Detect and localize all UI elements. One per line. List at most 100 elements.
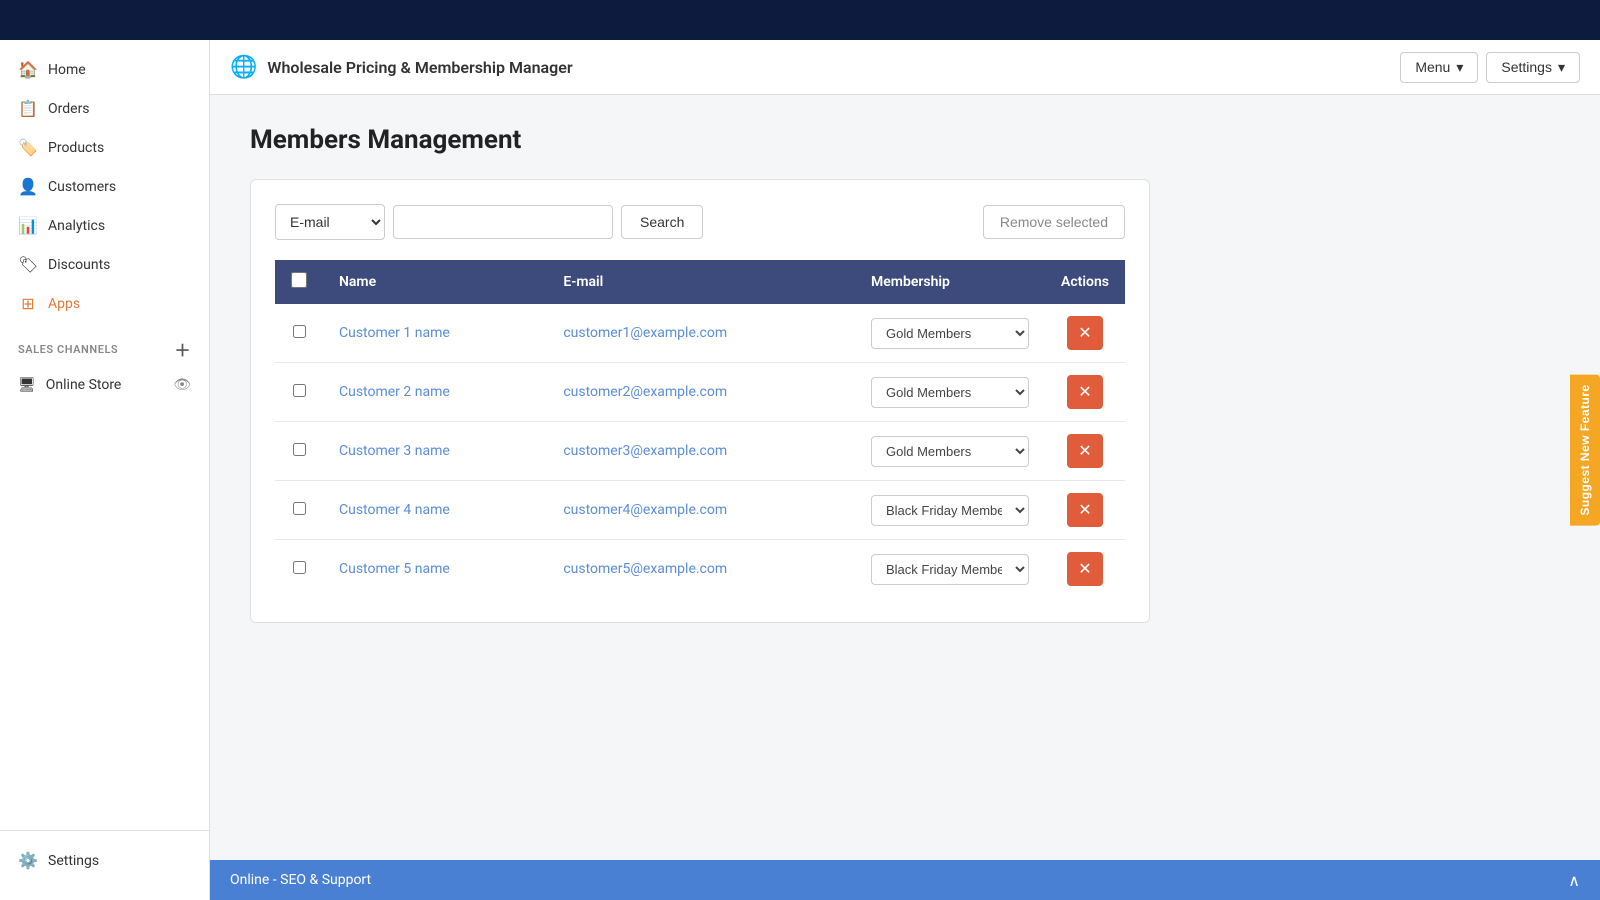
row-3-email: customer3@example.com: [547, 422, 855, 481]
row-1-name: Customer 1 name: [323, 304, 547, 363]
row-4-email: customer4@example.com: [547, 481, 855, 540]
header-membership: Membership: [855, 260, 1045, 304]
search-button[interactable]: Search: [621, 205, 703, 239]
row-4-email-link[interactable]: customer4@example.com: [563, 502, 727, 518]
eye-icon[interactable]: 👁: [173, 377, 191, 393]
row-1-checkbox[interactable]: [293, 325, 306, 338]
row-3-membership: Gold MembersBlack Friday MembersSilver M…: [855, 422, 1045, 481]
settings-label: Settings: [1501, 59, 1552, 75]
sidebar-label-discounts: Discounts: [48, 257, 110, 273]
bottom-bar-chevron-icon[interactable]: ∧: [1568, 871, 1580, 890]
row-5-action: ✕: [1045, 540, 1125, 599]
row-1-email-link[interactable]: customer1@example.com: [563, 325, 727, 341]
header-actions: Actions: [1045, 260, 1125, 304]
row-3-email-link[interactable]: customer3@example.com: [563, 443, 727, 459]
sales-channels-section: SALES CHANNELS ＋: [0, 323, 209, 367]
page-title: Members Management: [250, 125, 1560, 155]
menu-button[interactable]: Menu ▾: [1400, 52, 1478, 83]
globe-icon: 🌐: [230, 55, 257, 80]
table-row: Customer 2 name customer2@example.com Gold…: [275, 363, 1125, 422]
row-5-membership: Gold MembersBlack Friday MembersSilver M…: [855, 540, 1045, 599]
header-actions: Menu ▾ Settings ▾: [1400, 52, 1580, 83]
remove-selected-label: Remove selected: [1000, 214, 1108, 230]
row-5-checkbox-cell: [275, 540, 323, 599]
row-3-checkbox-cell: [275, 422, 323, 481]
row-3-delete-button[interactable]: ✕: [1067, 434, 1103, 468]
row-3-checkbox[interactable]: [293, 443, 306, 456]
row-1-membership-select[interactable]: Gold MembersBlack Friday MembersSilver M…: [871, 318, 1029, 349]
app-title: Wholesale Pricing & Membership Manager: [267, 58, 572, 77]
row-1-name-link[interactable]: Customer 1 name: [339, 325, 450, 341]
sidebar-item-analytics[interactable]: 📊 Analytics: [0, 206, 209, 245]
row-5-email: customer5@example.com: [547, 540, 855, 599]
header-name: Name: [323, 260, 547, 304]
row-2-delete-button[interactable]: ✕: [1067, 375, 1103, 409]
search-filter-select[interactable]: E-mail: [275, 204, 385, 240]
row-1-action: ✕: [1045, 304, 1125, 363]
select-all-checkbox[interactable]: [291, 272, 307, 288]
row-4-membership-select[interactable]: Gold MembersBlack Friday MembersSilver M…: [871, 495, 1029, 526]
suggest-feature-label: Suggest New Feature: [1578, 384, 1592, 515]
col-actions-label: Actions: [1061, 274, 1109, 290]
sidebar-label-customers: Customers: [48, 179, 116, 195]
header-email: E-mail: [547, 260, 855, 304]
row-1-delete-button[interactable]: ✕: [1067, 316, 1103, 350]
row-4-checkbox[interactable]: [293, 502, 306, 515]
row-2-action: ✕: [1045, 363, 1125, 422]
customers-icon: 👤: [18, 177, 38, 196]
settings-button[interactable]: Settings ▾: [1486, 52, 1580, 83]
sidebar-item-products[interactable]: 🏷️ Products: [0, 128, 209, 167]
sidebar-item-online-store[interactable]: 🖥 Online Store 👁: [0, 367, 209, 403]
sidebar-item-orders[interactable]: 📋 Orders: [0, 89, 209, 128]
online-store-icon: 🖥: [18, 377, 36, 393]
row-4-delete-button[interactable]: ✕: [1067, 493, 1103, 527]
row-2-membership-select[interactable]: Gold MembersBlack Friday MembersSilver M…: [871, 377, 1029, 408]
suggest-feature-button[interactable]: Suggest New Feature: [1570, 374, 1600, 525]
row-4-name-link[interactable]: Customer 4 name: [339, 502, 450, 518]
search-input[interactable]: [393, 205, 613, 239]
row-5-name-link[interactable]: Customer 5 name: [339, 561, 450, 577]
sidebar-item-customers[interactable]: 👤 Customers: [0, 167, 209, 206]
table-row: Customer 5 name customer5@example.com Gold…: [275, 540, 1125, 599]
row-3-membership-select[interactable]: Gold MembersBlack Friday MembersSilver M…: [871, 436, 1029, 467]
add-sales-channel-icon[interactable]: ＋: [174, 337, 191, 361]
row-2-checkbox[interactable]: [293, 384, 306, 397]
col-membership-label: Membership: [871, 274, 950, 290]
sidebar-item-settings[interactable]: ⚙️ Settings: [0, 841, 209, 880]
settings-icon: ⚙️: [18, 851, 38, 870]
row-5-membership-select[interactable]: Gold MembersBlack Friday MembersSilver M…: [871, 554, 1029, 585]
menu-label: Menu: [1415, 59, 1450, 75]
bottom-bar: Online - SEO & Support ∧: [210, 860, 1600, 900]
sidebar: 🏠 Home 📋 Orders 🏷️ Products 👤 Customers …: [0, 40, 210, 900]
row-5-delete-button[interactable]: ✕: [1067, 552, 1103, 586]
col-name-label: Name: [339, 274, 376, 290]
row-2-name-link[interactable]: Customer 2 name: [339, 384, 450, 400]
products-icon: 🏷️: [18, 138, 38, 157]
members-card: E-mail Search Remove selected: [250, 179, 1150, 623]
row-3-name-link[interactable]: Customer 3 name: [339, 443, 450, 459]
row-5-email-link[interactable]: customer5@example.com: [563, 561, 727, 577]
row-4-action: ✕: [1045, 481, 1125, 540]
bottom-bar-label: Online - SEO & Support: [230, 872, 371, 888]
row-2-email: customer2@example.com: [547, 363, 855, 422]
sidebar-label-home: Home: [48, 62, 86, 78]
table-row: Customer 4 name customer4@example.com Gold…: [275, 481, 1125, 540]
row-2-email-link[interactable]: customer2@example.com: [563, 384, 727, 400]
orders-icon: 📋: [18, 99, 38, 118]
members-table: Name E-mail Membership Actions: [275, 260, 1125, 598]
search-label: Search: [640, 214, 684, 230]
row-5-checkbox[interactable]: [293, 561, 306, 574]
content-area: 🌐 Wholesale Pricing & Membership Manager…: [210, 40, 1600, 900]
sidebar-item-discounts[interactable]: 🏷 Discounts: [0, 245, 209, 284]
apps-icon: ⊞: [18, 294, 38, 313]
row-4-checkbox-cell: [275, 481, 323, 540]
sidebar-item-apps[interactable]: ⊞ Apps: [0, 284, 209, 323]
table-row: Customer 1 name customer1@example.com Gold…: [275, 304, 1125, 363]
sidebar-item-home[interactable]: 🏠 Home: [0, 50, 209, 89]
row-2-name: Customer 2 name: [323, 363, 547, 422]
header-bar: 🌐 Wholesale Pricing & Membership Manager…: [210, 40, 1600, 95]
row-1-email: customer1@example.com: [547, 304, 855, 363]
remove-selected-button[interactable]: Remove selected: [983, 205, 1125, 239]
row-3-name: Customer 3 name: [323, 422, 547, 481]
sidebar-label-analytics: Analytics: [48, 218, 105, 234]
